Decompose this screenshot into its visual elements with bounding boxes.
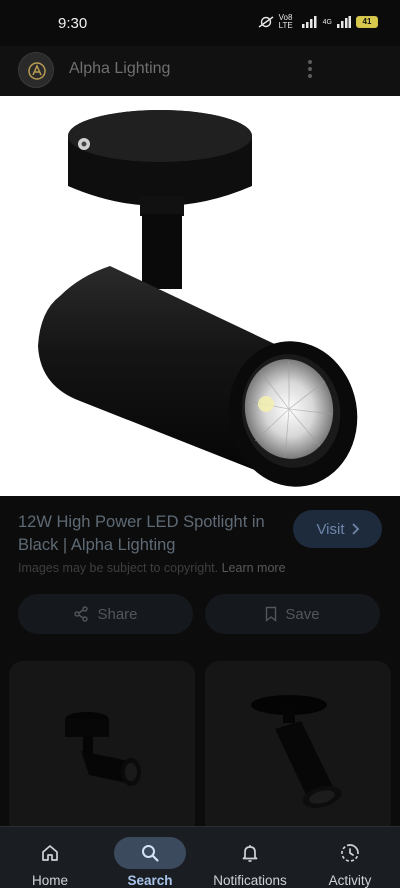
chevron-right-icon xyxy=(351,523,359,535)
status-icons: Vo8 LTE 4G 41 xyxy=(258,14,378,30)
status-time: 9:30 xyxy=(58,15,88,32)
product-image[interactable] xyxy=(0,96,400,496)
nav-search[interactable]: Search xyxy=(100,827,200,888)
network-label: Vo8 LTE xyxy=(278,13,293,30)
more-options-button[interactable] xyxy=(304,58,316,82)
nav-activity-label: Activity xyxy=(328,873,372,888)
more-vert-icon xyxy=(308,60,312,64)
bell-icon xyxy=(214,837,286,869)
search-icon xyxy=(114,837,186,869)
signal-icon-2 xyxy=(337,16,351,28)
visit-button[interactable]: Visit xyxy=(293,510,382,548)
bookmark-icon xyxy=(266,606,277,622)
nav-search-label: Search xyxy=(127,873,173,888)
site-header: Alpha Lighting xyxy=(0,46,400,96)
site-name[interactable]: Alpha Lighting xyxy=(69,60,170,78)
nav-home-label: Home xyxy=(31,873,68,888)
product-title[interactable]: 12W High Power LED Spotlight in Black | … xyxy=(18,511,280,557)
nav-notifications-label: Notifications xyxy=(213,873,287,888)
site-logo[interactable] xyxy=(18,52,54,88)
visit-label: Visit xyxy=(316,520,345,538)
save-button[interactable]: Save xyxy=(205,594,380,634)
bottom-navigation: Home Search Notifications Activity xyxy=(0,826,400,888)
spotlight-image xyxy=(38,110,358,487)
battery-icon: 41 xyxy=(356,16,378,28)
learn-more-link[interactable]: Learn more xyxy=(222,561,286,575)
share-icon xyxy=(74,606,89,622)
related-spotlight-image xyxy=(65,712,141,786)
signal-icon xyxy=(301,16,317,28)
related-image-card[interactable] xyxy=(205,661,391,836)
nav-activity[interactable]: Activity xyxy=(300,827,400,888)
signal-label: 4G xyxy=(322,18,332,26)
share-label: Share xyxy=(97,605,138,623)
nav-notifications[interactable]: Notifications xyxy=(200,827,300,888)
alarm-muted-icon xyxy=(258,16,274,28)
nav-home[interactable]: Home xyxy=(0,827,100,888)
image-info-panel: 12W High Power LED Spotlight in Black | … xyxy=(0,496,400,646)
home-icon xyxy=(14,837,86,869)
related-downlight-image xyxy=(251,695,342,808)
share-button[interactable]: Share xyxy=(18,594,193,634)
activity-icon xyxy=(314,837,386,869)
save-label: Save xyxy=(285,605,320,623)
status-bar: 9:30 Vo8 LTE 4G 41 xyxy=(0,0,400,46)
copyright-text: Images may be subject to copyright. xyxy=(18,561,219,575)
copyright-notice: Images may be subject to copyright. Lear… xyxy=(18,561,286,575)
related-images-grid xyxy=(0,646,400,836)
related-image-card[interactable] xyxy=(9,661,195,836)
alpha-logo-icon xyxy=(28,62,46,80)
